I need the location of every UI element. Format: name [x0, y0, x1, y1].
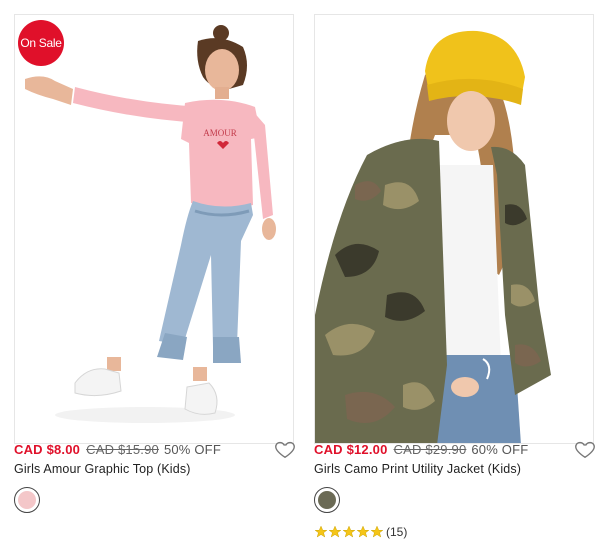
color-swatch-camo[interactable]	[314, 487, 340, 513]
price-row: CAD $8.00 CAD $15.90 50% OFF	[14, 441, 296, 460]
shirt-print-text: AMOUR	[203, 128, 237, 138]
star-icon	[370, 525, 384, 538]
discount-label: 60% OFF	[471, 442, 529, 457]
original-price: CAD $15.90	[86, 442, 159, 457]
discount-label: 50% OFF	[163, 442, 221, 457]
wishlist-heart-icon[interactable]	[274, 438, 296, 460]
star-icon	[356, 525, 370, 538]
star-icon	[328, 525, 342, 538]
product-card-camo-jacket[interactable]: CAD $12.00 CAD $29.90 60% OFF Girls Camo…	[314, 0, 596, 539]
wishlist-heart-icon[interactable]	[574, 438, 596, 460]
star-icon	[314, 525, 328, 538]
rating-count: (15)	[386, 525, 408, 539]
product-title[interactable]: Girls Amour Graphic Top (Kids)	[14, 462, 191, 476]
product-image-frame[interactable]	[314, 14, 594, 444]
star-rating[interactable]: (15)	[314, 525, 407, 539]
swatch-fill	[18, 491, 36, 509]
product-title[interactable]: Girls Camo Print Utility Jacket (Kids)	[314, 462, 521, 476]
original-price: CAD $29.90	[393, 442, 467, 457]
color-swatch-pink[interactable]	[14, 487, 40, 513]
product-card-amour-top[interactable]: AMOUR On Sale CAD $8.00 CAD $15.90 50% O…	[14, 0, 296, 513]
price-row: CAD $12.00 CAD $29.90 60% OFF	[314, 441, 596, 460]
sale-price: CAD $8.00	[14, 442, 81, 457]
swatch-fill	[318, 491, 336, 509]
on-sale-badge: On Sale	[18, 20, 64, 66]
product-image-amour-top[interactable]: AMOUR	[15, 15, 294, 444]
product-image-frame[interactable]: AMOUR On Sale	[14, 14, 294, 444]
sale-price: CAD $12.00	[314, 442, 388, 457]
product-image-camo-jacket[interactable]	[315, 15, 594, 444]
star-icon	[342, 525, 356, 538]
